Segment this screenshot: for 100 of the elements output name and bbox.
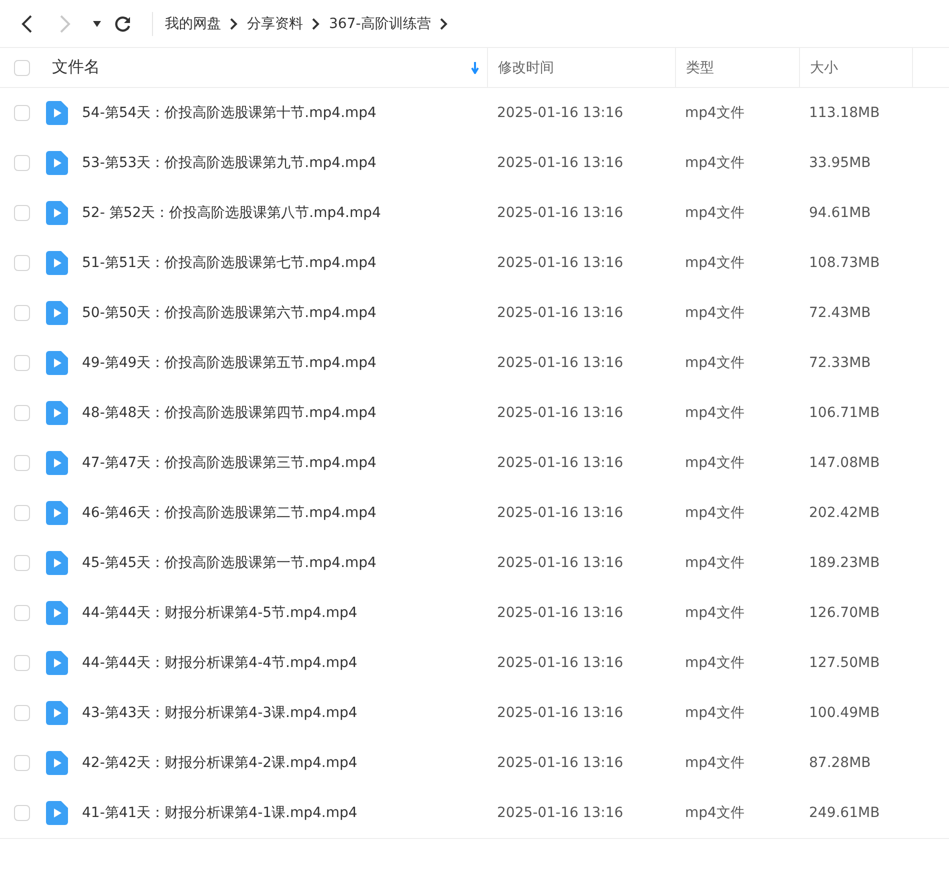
- chevron-icon: [230, 18, 238, 30]
- modified-time: 2025-01-16 13:16: [496, 405, 624, 421]
- file-name[interactable]: 54-第54天：价投高阶选股课第十节.mp4.mp4: [82, 104, 376, 122]
- file-name[interactable]: 50-第50天：价投高阶选股课第六节.mp4.mp4: [82, 304, 376, 322]
- video-file-icon: [46, 151, 68, 175]
- video-file-icon: [46, 701, 68, 725]
- checkbox[interactable]: [14, 60, 30, 76]
- modified-time: 2025-01-16 13:16: [496, 555, 624, 571]
- file-size: 189.23MB: [808, 555, 880, 571]
- file-size: 87.28MB: [808, 755, 871, 771]
- video-file-icon: [46, 651, 68, 675]
- file-name[interactable]: 43-第43天：财报分析课第4-3课.mp4.mp4: [82, 704, 358, 722]
- checkbox[interactable]: [14, 105, 30, 121]
- file-name[interactable]: 49-第49天：价投高阶选股课第五节.mp4.mp4: [82, 354, 376, 372]
- video-file-icon: [46, 101, 68, 125]
- file-name[interactable]: 51-第51天：价投高阶选股课第七节.mp4.mp4: [82, 254, 376, 272]
- column-header[interactable]: 类型: [675, 48, 799, 87]
- modified-time: 2025-01-16 13:16: [496, 205, 624, 221]
- file-size: 106.71MB: [808, 405, 880, 421]
- video-file-icon: [46, 801, 68, 825]
- checkbox[interactable]: [14, 155, 30, 171]
- video-file-icon: [46, 201, 68, 225]
- modified-time: 2025-01-16 13:16: [496, 255, 624, 271]
- chevron-icon: [312, 18, 320, 30]
- video-file-icon: [46, 251, 68, 275]
- file-name[interactable]: 42-第42天：财报分析课第4-2课.mp4.mp4: [82, 754, 358, 772]
- checkbox[interactable]: [14, 655, 30, 671]
- video-file-icon: [46, 451, 68, 475]
- checkbox[interactable]: [14, 805, 30, 821]
- checkbox[interactable]: [14, 305, 30, 321]
- file-type: mp4文件: [684, 654, 744, 672]
- file-size: 202.42MB: [808, 505, 880, 521]
- modified-time: 2025-01-16 13:16: [496, 605, 624, 621]
- file-size: 94.61MB: [808, 205, 871, 221]
- file-name[interactable]: 47-第47天：价投高阶选股课第三节.mp4.mp4: [82, 454, 376, 472]
- file-type: mp4文件: [684, 254, 744, 272]
- checkbox[interactable]: [14, 405, 30, 421]
- video-file-icon: [46, 601, 68, 625]
- file-type: mp4文件: [684, 604, 744, 622]
- refresh-button[interactable]: [114, 14, 132, 32]
- file-type: mp4文件: [684, 104, 744, 122]
- breadcrumb-link[interactable]: 分享资料: [247, 14, 303, 32]
- breadcrumb-link[interactable]: 367-高阶训练营: [329, 14, 431, 32]
- breadcrumb-link[interactable]: 我的网盘: [165, 14, 221, 32]
- file-type: mp4文件: [684, 154, 744, 172]
- file-name[interactable]: 45-第45天：价投高阶选股课第一节.mp4.mp4: [82, 554, 376, 572]
- file-type: mp4文件: [684, 554, 744, 572]
- checkbox[interactable]: [14, 555, 30, 571]
- checkbox[interactable]: [14, 505, 30, 521]
- file-size: 100.49MB: [808, 705, 880, 721]
- dropdown-button[interactable]: [92, 20, 102, 28]
- checkbox[interactable]: [14, 705, 30, 721]
- checkbox[interactable]: [14, 255, 30, 271]
- file-name[interactable]: 44-第44天：财报分析课第4-5节.mp4.mp4: [82, 604, 358, 622]
- file-size: 72.33MB: [808, 355, 871, 371]
- file-type: mp4文件: [684, 304, 744, 322]
- modified-time: 2025-01-16 13:16: [496, 805, 624, 821]
- video-file-icon: [46, 301, 68, 325]
- modified-time: 2025-01-16 13:16: [496, 305, 624, 321]
- file-name[interactable]: 46-第46天：价投高阶选股课第二节.mp4.mp4: [82, 504, 376, 522]
- column-header[interactable]: 修改时间: [487, 48, 675, 87]
- file-size: 72.43MB: [808, 305, 871, 321]
- checkbox[interactable]: [14, 205, 30, 221]
- checkbox[interactable]: [14, 355, 30, 371]
- file-name[interactable]: 48-第48天：价投高阶选股课第四节.mp4.mp4: [82, 404, 376, 422]
- file-type: mp4文件: [684, 804, 744, 822]
- video-file-icon: [46, 501, 68, 525]
- file-size: 147.08MB: [808, 455, 880, 471]
- checkbox[interactable]: [14, 455, 30, 471]
- modified-time: 2025-01-16 13:16: [496, 755, 624, 771]
- file-size: 249.61MB: [808, 805, 880, 821]
- video-file-icon: [46, 401, 68, 425]
- file-type: mp4文件: [684, 204, 744, 222]
- file-type: mp4文件: [684, 704, 744, 722]
- file-name[interactable]: 53-第53天：价投高阶选股课第九节.mp4.mp4: [82, 154, 376, 172]
- video-file-icon: [46, 351, 68, 375]
- file-type: mp4文件: [684, 354, 744, 372]
- back-button[interactable]: [20, 14, 34, 34]
- modified-time: 2025-01-16 13:16: [496, 355, 624, 371]
- file-name[interactable]: 41-第41天：财报分析课第4-1课.mp4.mp4: [82, 804, 358, 822]
- file-type: mp4文件: [684, 754, 744, 772]
- checkbox[interactable]: [14, 755, 30, 771]
- modified-time: 2025-01-16 13:16: [496, 705, 624, 721]
- modified-time: 2025-01-16 13:16: [496, 105, 624, 121]
- modified-time: 2025-01-16 13:16: [496, 655, 624, 671]
- file-type: mp4文件: [684, 504, 744, 522]
- file-size: 108.73MB: [808, 255, 880, 271]
- modified-time: 2025-01-16 13:16: [496, 505, 624, 521]
- column-header[interactable]: 文件名: [40, 48, 487, 87]
- modified-time: 2025-01-16 13:16: [496, 155, 624, 171]
- file-name[interactable]: 52- 第52天：价投高阶选股课第八节.mp4.mp4: [82, 204, 381, 222]
- file-type: mp4文件: [684, 454, 744, 472]
- video-file-icon: [46, 551, 68, 575]
- file-size: 33.95MB: [808, 155, 871, 171]
- checkbox[interactable]: [14, 605, 30, 621]
- chevron-icon: [440, 18, 448, 30]
- file-type: mp4文件: [684, 404, 744, 422]
- column-header[interactable]: 大小: [799, 48, 912, 87]
- file-name[interactable]: 44-第44天：财报分析课第4-4节.mp4.mp4: [82, 654, 358, 672]
- file-size: 126.70MB: [808, 605, 880, 621]
